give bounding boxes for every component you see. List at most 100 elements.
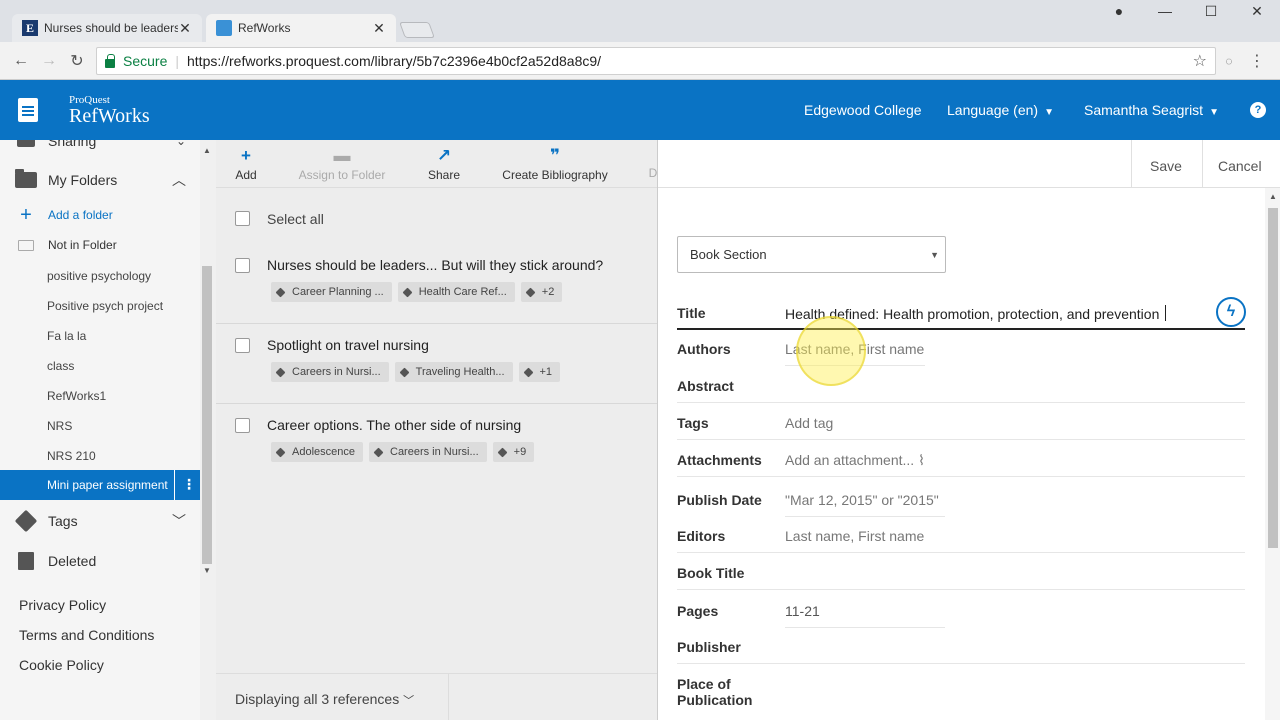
reference-checkbox[interactable] (235, 418, 250, 436)
cookie-policy-link[interactable]: Cookie Policy (19, 657, 104, 673)
reference-checkbox[interactable] (235, 338, 250, 356)
lightning-icon[interactable]: ϟ (1216, 297, 1246, 327)
reference-row[interactable]: Nurses should be leaders... But will the… (216, 250, 657, 324)
tag-icon (14, 509, 38, 533)
tag-chip[interactable]: Adolescence (271, 442, 363, 462)
reference-title[interactable]: Nurses should be leaders... But will the… (267, 257, 603, 273)
language-dropdown[interactable]: Language (en) ▼ (947, 102, 1054, 118)
tag-icon (275, 367, 286, 377)
scroll-up-icon[interactable]: ▲ (1269, 192, 1277, 201)
displaying-count-dropdown[interactable]: Displaying all 3 references ﹀ (235, 691, 414, 708)
tag-icon (373, 447, 384, 457)
forward-arrow-icon[interactable]: → (38, 50, 60, 72)
chevron-down-icon: ⌄ (175, 140, 186, 148)
scroll-down-icon[interactable]: ▼ (203, 566, 211, 575)
list-toolbar: + Add ▬ Assign to Folder ↗ Share ❞ Creat… (216, 140, 657, 188)
minimize-button[interactable]: — (1142, 0, 1188, 22)
reference-checkbox[interactable] (235, 258, 250, 276)
save-button[interactable]: Save (1150, 158, 1182, 174)
add-folder-button[interactable]: + Add a folder (0, 204, 200, 226)
refworks-favicon-icon (216, 20, 232, 36)
browser-tab-2[interactable]: RefWorks ✕ (206, 14, 396, 42)
sidebar-folder-item[interactable]: NRS 210 (47, 449, 96, 463)
quote-icon: ❞ (550, 146, 560, 165)
caret-down-icon: ▼ (1209, 107, 1219, 118)
paperclip-icon: ⌇ (918, 452, 925, 468)
tag-chip[interactable]: Health Care Ref... (397, 282, 515, 302)
tag-chip[interactable]: +9 (492, 442, 535, 462)
panel-scroll-thumb[interactable] (1268, 208, 1278, 548)
sidebar-folder-item[interactable]: class (47, 359, 74, 373)
sidebar-item-deleted[interactable]: Deleted (0, 550, 200, 572)
address-bar-row: ← → ↻ Secure | https://refworks.proquest… (0, 42, 1280, 80)
publish-date-input[interactable]: "Mar 12, 2015" or "2015" (785, 492, 939, 508)
bookmark-star-icon[interactable]: ☆ (1193, 51, 1207, 71)
refworks-logo[interactable]: ProQuest RefWorks (69, 94, 150, 126)
browser-tab-title: RefWorks (238, 21, 291, 35)
maximize-button[interactable]: ☐ (1188, 0, 1234, 22)
panel-scrollbar[interactable]: ▲ (1265, 188, 1280, 720)
new-tab-button[interactable] (399, 22, 435, 38)
plus-icon: + (241, 146, 251, 165)
trash-icon (14, 551, 38, 571)
tag-icon (523, 367, 533, 377)
tag-chip[interactable]: +1 (518, 362, 561, 382)
tag-chip[interactable]: +2 (520, 282, 563, 302)
sidebar-folder-item[interactable]: RefWorks1 (47, 389, 106, 403)
sidebar-item-tags[interactable]: Tags ﹀ (0, 509, 200, 533)
close-tab-icon[interactable]: ✕ (178, 20, 192, 37)
terms-link[interactable]: Terms and Conditions (19, 627, 154, 643)
sidebar-folder-item[interactable]: positive psychology (47, 269, 151, 283)
document-menu-icon[interactable] (18, 98, 38, 122)
tag-chip[interactable]: Careers in Nursi... (369, 442, 487, 462)
sidebar-folder-active[interactable]: Mini paper assignment ⋮ (0, 470, 200, 500)
user-dropdown[interactable]: Samantha Seagrist ▼ (1084, 102, 1219, 118)
reload-icon[interactable]: ↻ (66, 50, 88, 72)
chevron-down-icon: ﹀ (172, 513, 186, 529)
cancel-button[interactable]: Cancel (1218, 158, 1262, 174)
secure-indicator[interactable]: Secure (105, 53, 167, 69)
browser-tab-strip: E Nurses should be leaders ✕ RefWorks ✕ … (0, 0, 1280, 42)
close-tab-icon[interactable]: ✕ (372, 20, 386, 37)
sidebar-item-not-in-folder[interactable]: Not in Folder (0, 234, 200, 256)
reference-row[interactable]: Career options. The other side of nursin… (216, 410, 657, 484)
more-options-icon[interactable]: ⋮ (182, 476, 196, 493)
profile-icon[interactable]: ● (1096, 0, 1142, 22)
sidebar-scroll-thumb[interactable] (202, 266, 212, 564)
tag-chip[interactable]: Careers in Nursi... (271, 362, 389, 382)
reference-row[interactable]: Spotlight on travel nursing Careers in N… (216, 330, 657, 404)
add-button[interactable]: + Add (234, 146, 258, 182)
share-icon: ↗ (436, 146, 452, 165)
assign-to-folder-button[interactable]: ▬ Assign to Folder (292, 146, 392, 182)
extension-icon[interactable]: ◌ (1218, 50, 1240, 72)
sidebar-item-my-folders[interactable]: My Folders ︿ (0, 168, 200, 192)
tag-chip[interactable]: Traveling Health... (394, 362, 513, 382)
create-bibliography-button[interactable]: ❞ Create Bibliography (496, 146, 614, 182)
url-input[interactable]: Secure | https://refworks.proquest.com/l… (96, 47, 1216, 75)
add-attachment-link[interactable]: Add an attachment... ⌇ (785, 452, 925, 469)
share-button[interactable]: ↗ Share (424, 146, 464, 182)
back-arrow-icon[interactable]: ← (10, 50, 32, 72)
help-icon[interactable]: ? (1250, 102, 1266, 118)
scroll-up-icon[interactable]: ▲ (203, 146, 211, 155)
editors-input[interactable]: Last name, First name (785, 528, 924, 544)
tags-input[interactable]: Add tag (785, 415, 833, 431)
sidebar-folder-item[interactable]: Fa la la (47, 329, 86, 343)
browser-tab-1[interactable]: E Nurses should be leaders ✕ (12, 14, 202, 42)
chrome-menu-icon[interactable]: ⋮ (1246, 50, 1268, 72)
sidebar-folder-item[interactable]: Positive psych project (47, 299, 163, 313)
pages-input[interactable]: 11-21 (785, 603, 820, 619)
select-all-checkbox[interactable] (235, 211, 250, 229)
url-text: https://refworks.proquest.com/library/5b… (187, 53, 602, 69)
tag-chip[interactable]: Career Planning ... (271, 282, 392, 302)
panel-actions: Save Cancel (658, 140, 1280, 188)
institution-link[interactable]: Edgewood College (804, 102, 922, 118)
sidebar-folder-item[interactable]: NRS (47, 419, 72, 433)
close-window-button[interactable]: ✕ (1234, 0, 1280, 22)
reference-title[interactable]: Career options. The other side of nursin… (267, 417, 521, 433)
sidebar-item-sharing[interactable]: Sharing ⌄ (0, 140, 200, 152)
reference-type-select[interactable]: Book Section ▼ (677, 236, 946, 273)
folder-icon: ▬ (333, 146, 351, 165)
privacy-policy-link[interactable]: Privacy Policy (19, 597, 106, 613)
reference-title[interactable]: Spotlight on travel nursing (267, 337, 429, 353)
